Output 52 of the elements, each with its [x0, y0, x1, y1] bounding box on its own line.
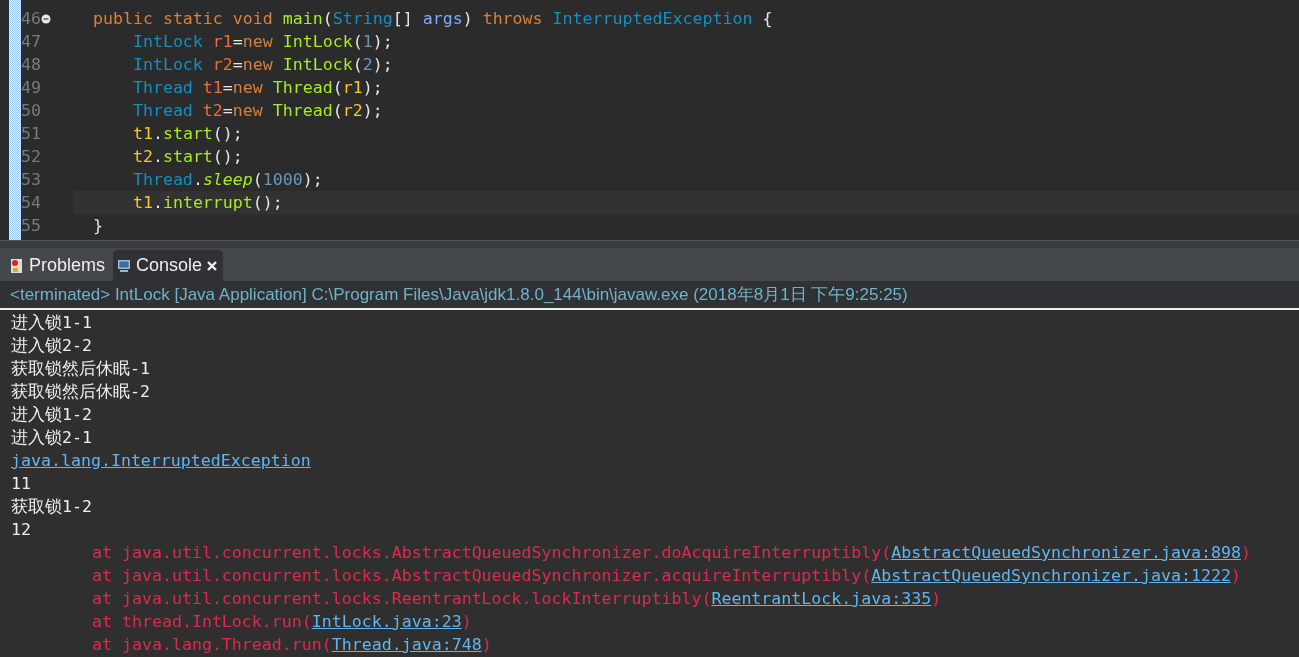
line-number: 53 [21, 170, 41, 189]
output-line: 11 [10, 473, 32, 495]
code-line: Thread.sleep(1000); [131, 170, 323, 189]
output-line: 进入锁1-1 [10, 312, 93, 334]
view-tab[interactable]: Console [113, 250, 224, 281]
line-number: 47 [21, 32, 41, 51]
code-line: t1.start(); [131, 124, 243, 143]
line-number: 50 [21, 101, 41, 120]
collapse-icon[interactable] [41, 13, 51, 24]
code-line: t2.start(); [131, 147, 243, 166]
output-line: 获取锁然后休眠-1 [10, 358, 151, 380]
line-number: 55 [21, 216, 41, 235]
output-line: 进入锁2-1 [10, 427, 93, 449]
source-link[interactable]: AbstractQueuedSynchronizer.java:898 [891, 543, 1241, 562]
stack-trace-text: ) [1230, 566, 1241, 585]
stack-trace-text: ) [461, 612, 472, 631]
code-line: } [91, 216, 103, 235]
code-line: IntLock r2=new IntLock(2); [131, 55, 393, 74]
source-link[interactable]: ReentrantLock.java:335 [711, 589, 932, 608]
stack-trace-text: at java.util.concurrent.locks.AbstractQueuedSynchronizer.doAcquireInterruptibly( [92, 543, 892, 562]
source-link[interactable]: AbstractQueuedSynchronizer.java:1222 [871, 566, 1231, 585]
problems-icon [10, 257, 24, 274]
code-line: Thread t1=new Thread(r1); [131, 78, 383, 97]
stack-trace-text: at java.util.concurrent.locks.AbstractQueuedSynchronizer.acquireInterruptibly( [92, 566, 872, 585]
line-number: 46 [21, 9, 41, 28]
line-number: 49 [21, 78, 41, 97]
code-line: IntLock r1=new IntLock(1); [131, 32, 393, 51]
output-line: 进入锁1-2 [10, 404, 93, 426]
console-header: <terminated> IntLock [Java Application] C:\Program Files\Java\jdk1.8.0_144\bin\javaw.exe (2018年8月1日 下午9:25:25) [0, 281, 1299, 310]
stack-trace-text: at java.lang.Thread.run( [92, 635, 332, 654]
output-line: 12 [10, 519, 32, 541]
line-number: 54 [21, 193, 41, 212]
output-line: 获取锁1-2 [10, 496, 93, 518]
line-number: 48 [21, 55, 41, 74]
stack-trace-text: at java.util.concurrent.locks.ReentrantLock.lockInterruptibly( [92, 589, 712, 608]
stack-trace-text: at thread.IntLock.run( [92, 612, 312, 631]
code-line: Thread t2=new Thread(r2); [131, 101, 383, 120]
source-link[interactable]: IntLock.java:23 [311, 612, 462, 631]
stack-trace-text: ) [931, 589, 942, 608]
monitor-icon [117, 258, 132, 273]
view-tab[interactable]: Problems [6, 250, 112, 281]
exception-link[interactable]: java.lang.InterruptedException [11, 451, 311, 470]
code-line: public static void main(String[] args) throws InterruptedException { [91, 9, 773, 28]
line-number: 52 [21, 147, 41, 166]
output-line: 进入锁2-2 [10, 335, 93, 357]
code-line: t1.interrupt(); [131, 193, 283, 212]
stack-trace-text: ) [481, 635, 492, 654]
close-icon[interactable] [207, 260, 218, 271]
output-line: 获取锁然后休眠-2 [10, 381, 151, 403]
source-link[interactable]: Thread.java:748 [331, 635, 482, 654]
stack-trace-text: ) [1240, 543, 1251, 562]
line-number: 51 [21, 124, 41, 143]
